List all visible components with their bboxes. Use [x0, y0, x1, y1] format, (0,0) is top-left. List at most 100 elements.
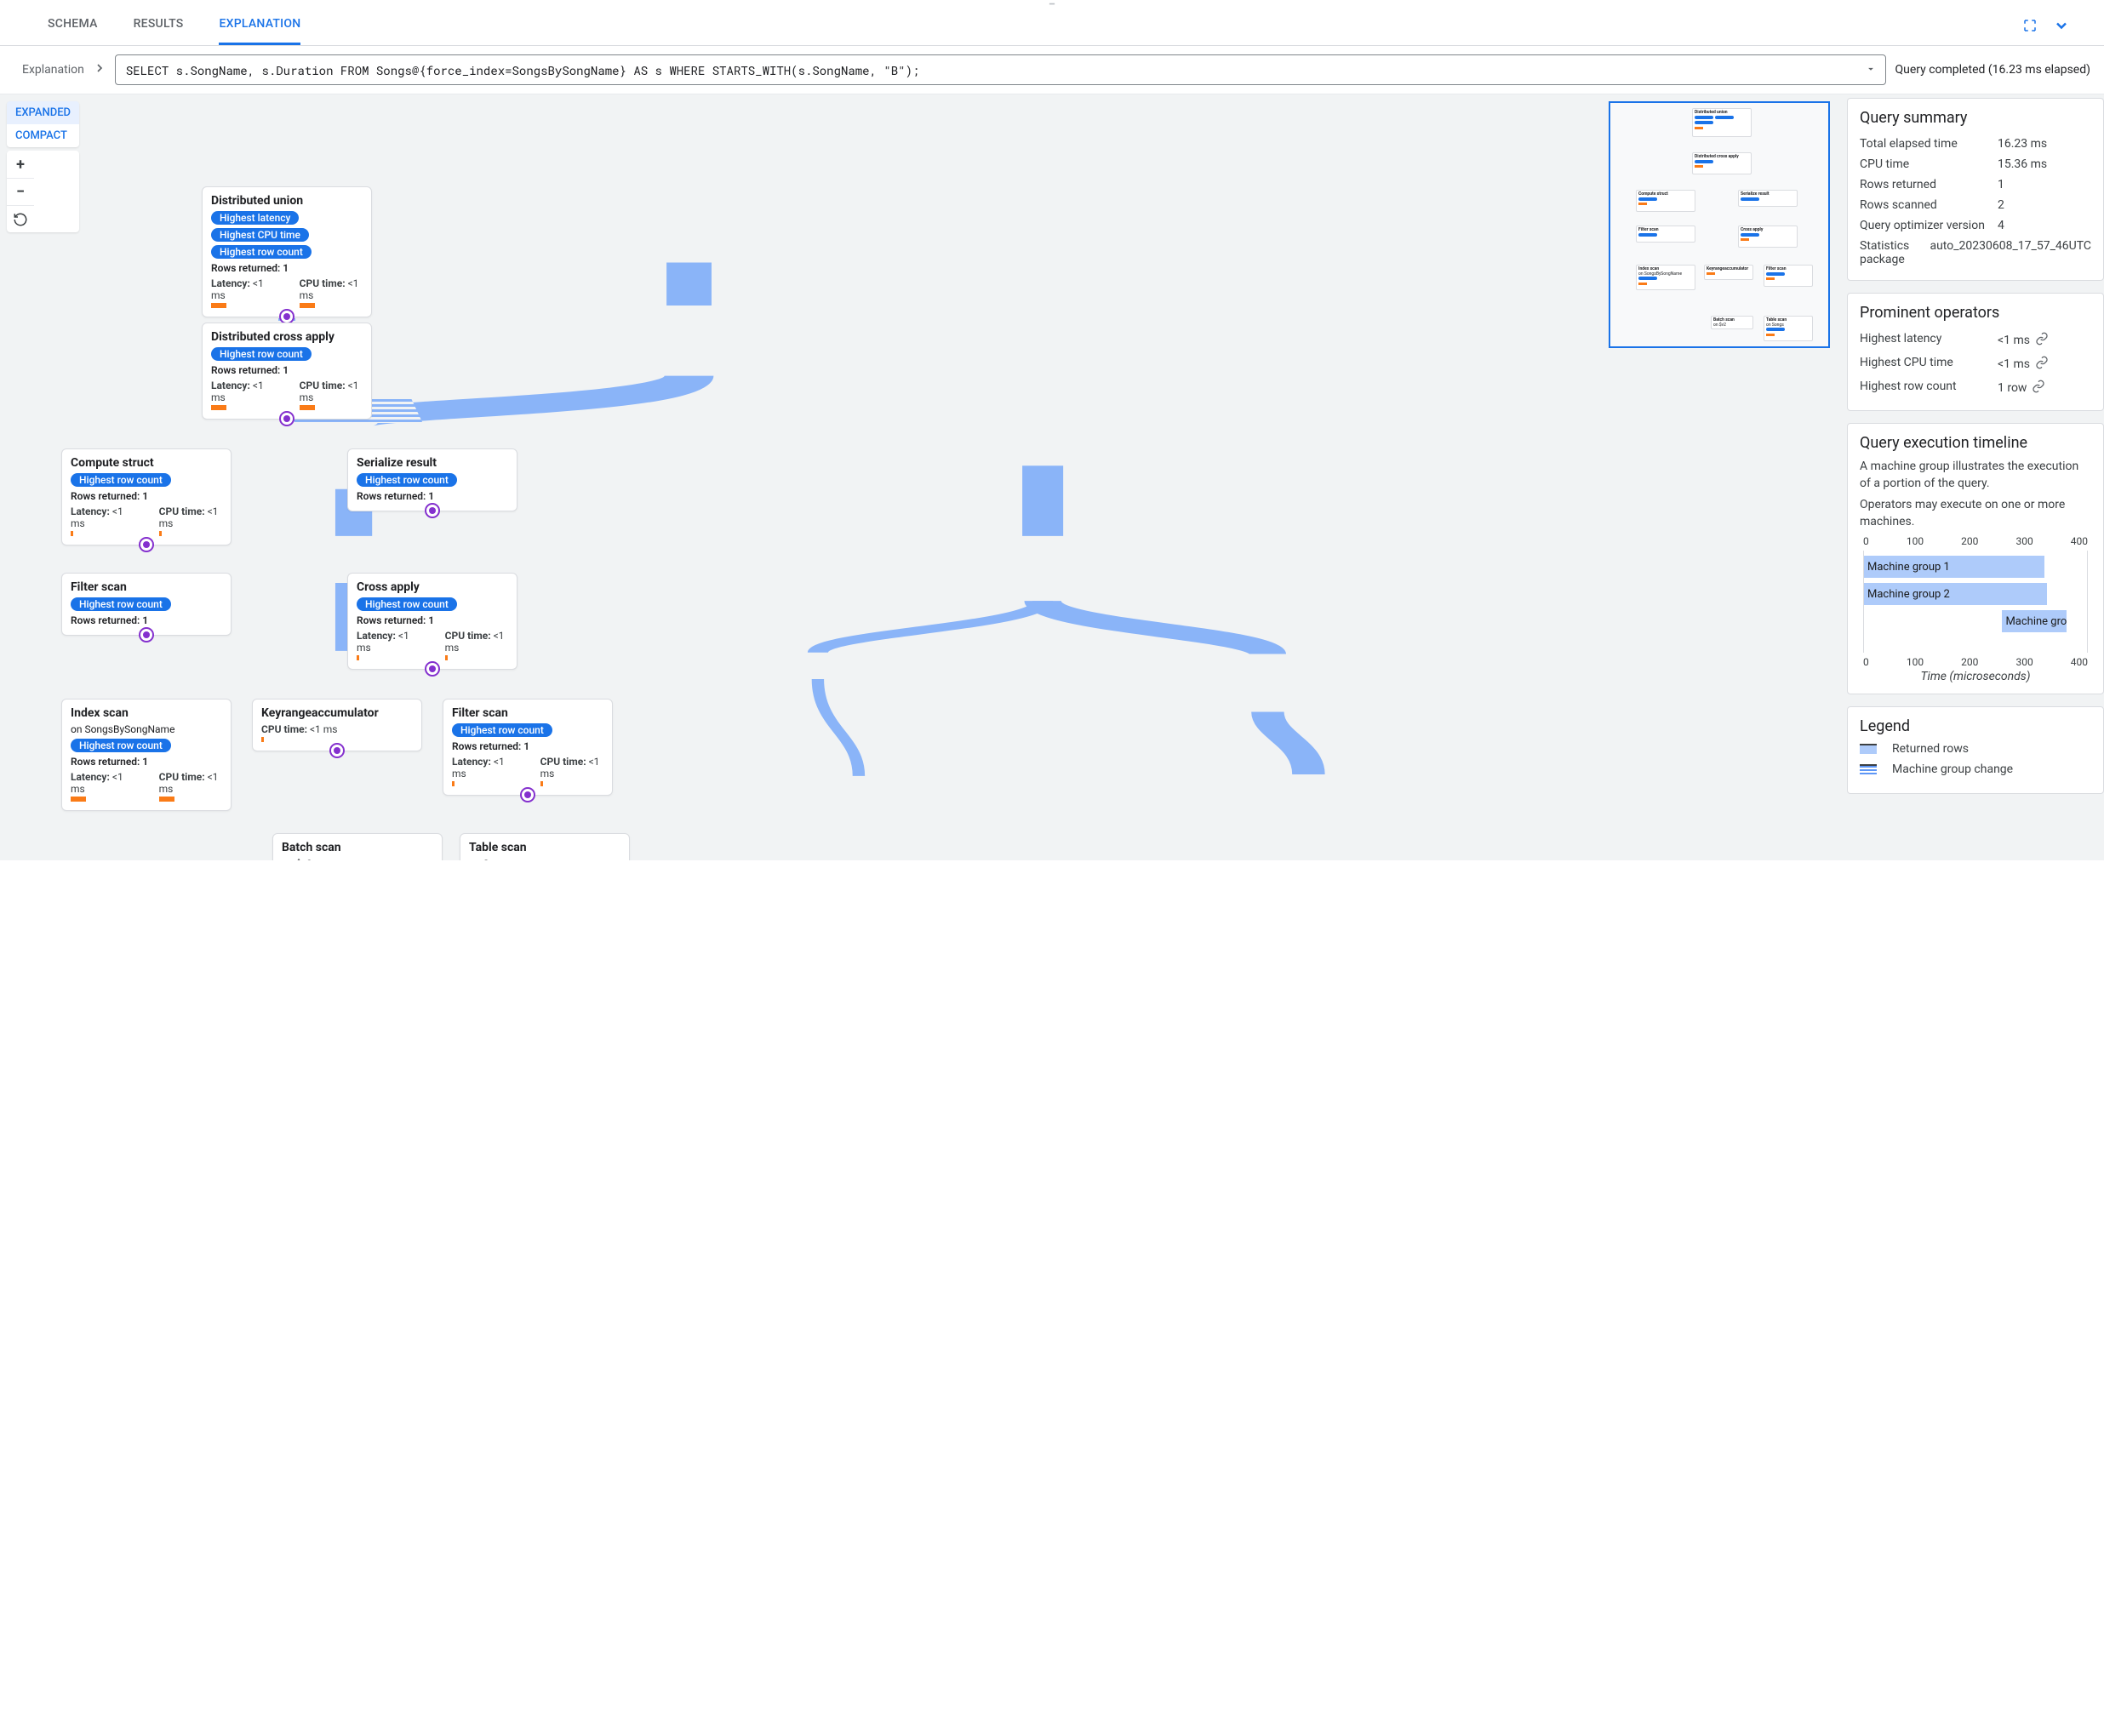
cpu-label: CPU time:: [159, 505, 208, 517]
tabs-row: SCHEMA RESULTS EXPLANATION: [0, 5, 2104, 46]
expand-toggle-icon[interactable]: [425, 661, 440, 677]
node-distributed-union[interactable]: Distributed union Highest latency Highes…: [202, 186, 372, 317]
chip: Highest row count: [211, 245, 312, 259]
cpu-label: CPU time:: [300, 277, 348, 289]
cpu-label: CPU time:: [159, 771, 208, 783]
zoom-in-button[interactable]: +: [7, 151, 34, 178]
zoom-reset-button[interactable]: [7, 205, 34, 232]
expand-toggle-icon[interactable]: [139, 537, 154, 552]
dropdown-icon: [1865, 62, 1877, 78]
node-title: Filter scan: [452, 706, 603, 720]
k: Highest row count: [1860, 380, 1989, 397]
v: 1 row: [1998, 381, 2027, 395]
node-title: Serialize result: [357, 456, 508, 470]
tick: 100: [1907, 535, 1924, 547]
breadcrumb: Explanation: [22, 63, 84, 77]
expand-toggle-icon[interactable]: [520, 787, 535, 802]
chip: Highest row count: [211, 347, 312, 361]
lat-label: Latency:: [452, 756, 494, 768]
node-sub: on $v2: [282, 858, 433, 860]
query-dropdown[interactable]: SELECT s.SongName, s.Duration FROM Songs…: [115, 54, 1887, 85]
v: auto_20230608_17_57_46UTC: [1930, 239, 2091, 266]
cpu-label: CPU time:: [261, 723, 310, 735]
expand-toggle-icon[interactable]: [329, 743, 345, 758]
v: 16.23 ms: [1998, 137, 2091, 151]
lat-label: Latency:: [71, 505, 112, 517]
node-compute-struct[interactable]: Compute struct Highest row count Rows re…: [61, 448, 232, 545]
fullscreen-icon[interactable]: [2022, 18, 2038, 33]
collapse-icon[interactable]: [2053, 17, 2070, 34]
legend-card: Legend Returned rows Machine group chang…: [1847, 706, 2104, 794]
query-text: SELECT s.SongName, s.Duration FROM Songs…: [126, 62, 920, 78]
tick: 200: [1961, 535, 1978, 547]
node-title: Compute struct: [71, 456, 222, 470]
node-keyrangeaccumulator[interactable]: Keyrangeaccumulator CPU time: <1 ms: [252, 699, 422, 751]
node-title: Keyrangeaccumulator: [261, 706, 413, 720]
card-title: Prominent operators: [1860, 304, 2091, 322]
node-filter-scan-2[interactable]: Filter scan Highest row count Rows retur…: [443, 699, 613, 796]
link-icon[interactable]: [2035, 332, 2049, 349]
link-icon[interactable]: [2035, 356, 2049, 373]
minimap[interactable]: Distributed union Distributed cross appl…: [1609, 101, 1830, 348]
timeline-bar[interactable]: Machine group 2: [1864, 583, 2047, 605]
legend-swatch-solid: [1860, 744, 1877, 754]
expand-toggle-icon[interactable]: [279, 411, 294, 426]
node-cross-apply[interactable]: Cross apply Highest row count Rows retur…: [347, 573, 517, 670]
tab-results[interactable]: RESULTS: [134, 5, 184, 45]
node-title: Batch scan: [282, 841, 433, 854]
lat-label: Latency:: [211, 277, 253, 289]
k: Highest latency: [1860, 332, 1989, 349]
cpu-label: CPU time:: [300, 380, 348, 391]
tab-explanation[interactable]: EXPLANATION: [219, 5, 300, 45]
node-title: Index scan: [71, 706, 222, 720]
expand-toggle-icon[interactable]: [425, 503, 440, 518]
tab-schema[interactable]: SCHEMA: [48, 5, 98, 45]
node-filter-scan-1[interactable]: Filter scan Highest row count Rows retur…: [61, 573, 232, 636]
card-title: Legend: [1860, 717, 2091, 735]
link-icon[interactable]: [2032, 380, 2045, 397]
timeline-bar[interactable]: Machine group 1: [1864, 556, 2044, 578]
card-title: Query execution timeline: [1860, 434, 2091, 452]
k: Total elapsed time: [1860, 137, 1989, 151]
tick: 100: [1907, 656, 1924, 668]
elapsed-text: Query completed (16.23 ms elapsed): [1895, 63, 2090, 77]
chip: Highest latency: [211, 211, 299, 225]
view-compact[interactable]: COMPACT: [7, 124, 79, 147]
rows-returned: Rows returned: 1: [211, 262, 363, 274]
v: 2: [1998, 198, 2091, 212]
chip: Highest row count: [452, 723, 552, 737]
chip: Highest CPU time: [211, 228, 309, 242]
prominent-operators-card: Prominent operators Highest latency <1 m…: [1847, 293, 2104, 411]
v: 4: [1998, 219, 2091, 232]
node-batch-scan[interactable]: Batch scan on $v2: [272, 833, 443, 860]
chip: Highest row count: [71, 473, 171, 487]
cpu-val: <1 ms: [310, 723, 338, 735]
timeline-chart: 0 100 200 300 400 Machine group 1 Machin…: [1860, 535, 2091, 683]
node-serialize-result[interactable]: Serialize result Highest row count Rows …: [347, 448, 517, 511]
zoom-out-button[interactable]: −: [7, 178, 34, 205]
side-panel: Query summary Total elapsed time16.23 ms…: [1840, 94, 2104, 860]
lat-label: Latency:: [71, 771, 112, 783]
rows-returned: Rows returned: 1: [71, 490, 222, 502]
view-expanded[interactable]: EXPANDED: [7, 101, 79, 124]
rows-returned: Rows returned: 1: [357, 614, 508, 626]
plan-canvas[interactable]: EXPANDED COMPACT + − Distributed union D…: [0, 94, 1840, 860]
timeline-card: Query execution timeline A machine group…: [1847, 423, 2104, 694]
view-toggle: EXPANDED COMPACT: [7, 101, 79, 147]
expand-toggle-icon[interactable]: [139, 627, 154, 642]
rows-returned: Rows returned: 1: [71, 614, 222, 626]
timeline-bar[interactable]: Machine grou: [2002, 610, 2067, 632]
node-index-scan[interactable]: Index scan on SongsBySongName Highest ro…: [61, 699, 232, 811]
tick: 300: [2015, 535, 2033, 547]
legend-label: Returned rows: [1892, 742, 1969, 756]
node-distributed-cross-apply[interactable]: Distributed cross apply Highest row coun…: [202, 323, 372, 420]
rows-returned: Rows returned: 1: [71, 756, 222, 768]
timeline-desc: Operators may execute on one or more mac…: [1860, 497, 2091, 530]
node-table-scan[interactable]: Table scan on Songs Highest row count Ro…: [460, 833, 630, 860]
v: <1 ms: [1998, 334, 2030, 347]
node-title: Distributed cross apply: [211, 330, 363, 344]
chevron-right-icon: [93, 61, 106, 78]
node-title: Distributed union: [211, 194, 363, 208]
v: <1 ms: [1998, 357, 2030, 371]
chip: Highest row count: [71, 597, 171, 611]
